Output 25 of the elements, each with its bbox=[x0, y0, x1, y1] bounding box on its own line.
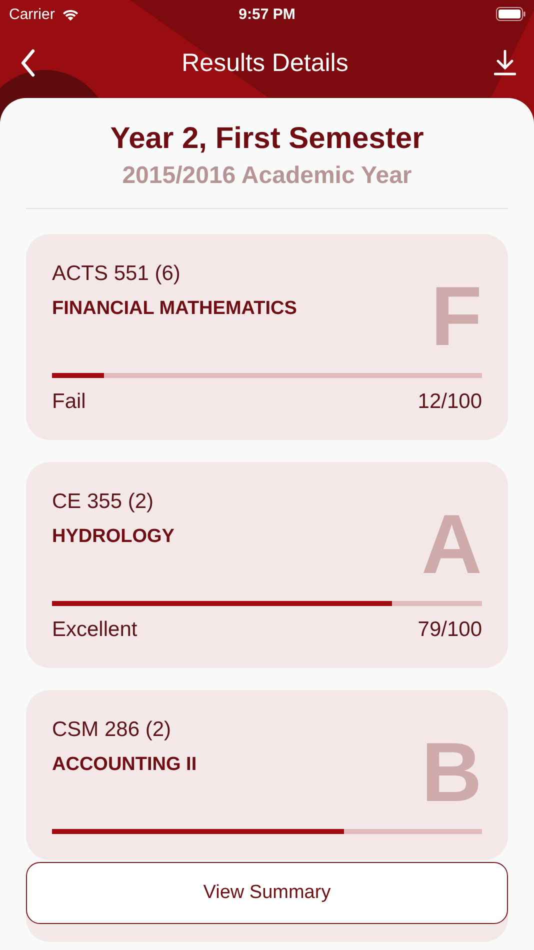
result-status: Excellent bbox=[52, 618, 138, 642]
view-summary-button[interactable]: View Summary bbox=[26, 862, 508, 924]
download-button[interactable] bbox=[494, 50, 516, 76]
score-text: 79/100 bbox=[418, 618, 482, 642]
course-name: FINANCIAL MATHEMATICS bbox=[52, 298, 297, 320]
course-name: ACCOUNTING II bbox=[52, 754, 197, 776]
grade-letter: A bbox=[421, 502, 482, 586]
grade-letter: B bbox=[421, 730, 482, 814]
course-code: ACTS 551 (6) bbox=[52, 262, 182, 286]
academic-year: 2015/2016 Academic Year bbox=[122, 162, 412, 190]
score-text: 12/100 bbox=[418, 390, 482, 414]
course-card[interactable]: CE 355 (2) HYDROLOGY A Excellent 79/100 bbox=[26, 462, 508, 668]
semester-title: Year 2, First Semester bbox=[110, 122, 424, 156]
screen-title: Results Details bbox=[182, 48, 348, 78]
course-card[interactable]: CSM 286 (2) ACCOUNTING II B bbox=[26, 690, 508, 860]
course-name: HYDROLOGY bbox=[52, 526, 174, 548]
status-time: 9:57 PM bbox=[238, 6, 296, 22]
grade-letter: F bbox=[430, 274, 482, 358]
carrier-name: Carrier bbox=[9, 6, 55, 22]
result-status: Fail bbox=[52, 390, 86, 414]
battery-icon bbox=[496, 6, 526, 22]
course-code: CE 355 (2) bbox=[52, 490, 155, 514]
course-code: CSM 286 (2) bbox=[52, 718, 172, 742]
back-button[interactable] bbox=[20, 49, 36, 77]
course-card[interactable]: ACTS 551 (6) FINANCIAL MATHEMATICS F Fail 12/100 bbox=[26, 234, 508, 440]
